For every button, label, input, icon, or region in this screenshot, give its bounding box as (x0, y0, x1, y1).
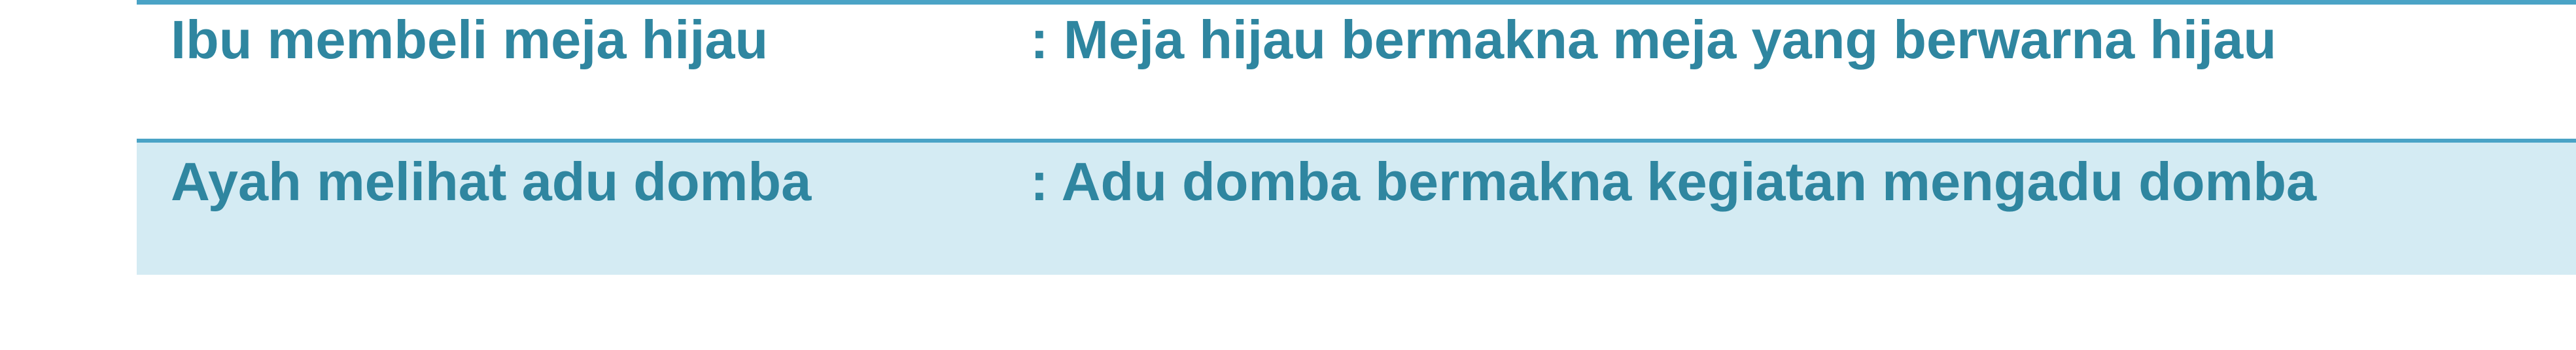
table-row: Ibu membeli meja hijau : Meja hijau berm… (137, 5, 2576, 139)
table-row: Ayah melihat adu domba : Adu domba berma… (137, 139, 2576, 275)
meaning-cell: : Meja hijau bermakna meja yang berwarna… (1030, 9, 2277, 70)
meaning-table: Ibu membeli meja hijau : Meja hijau berm… (137, 0, 2576, 275)
sentence-cell: Ibu membeli meja hijau (171, 9, 769, 70)
sentence-cell: Ayah melihat adu domba (171, 151, 812, 212)
meaning-cell: : Adu domba bermakna kegiatan mengadu do… (1030, 151, 2317, 212)
